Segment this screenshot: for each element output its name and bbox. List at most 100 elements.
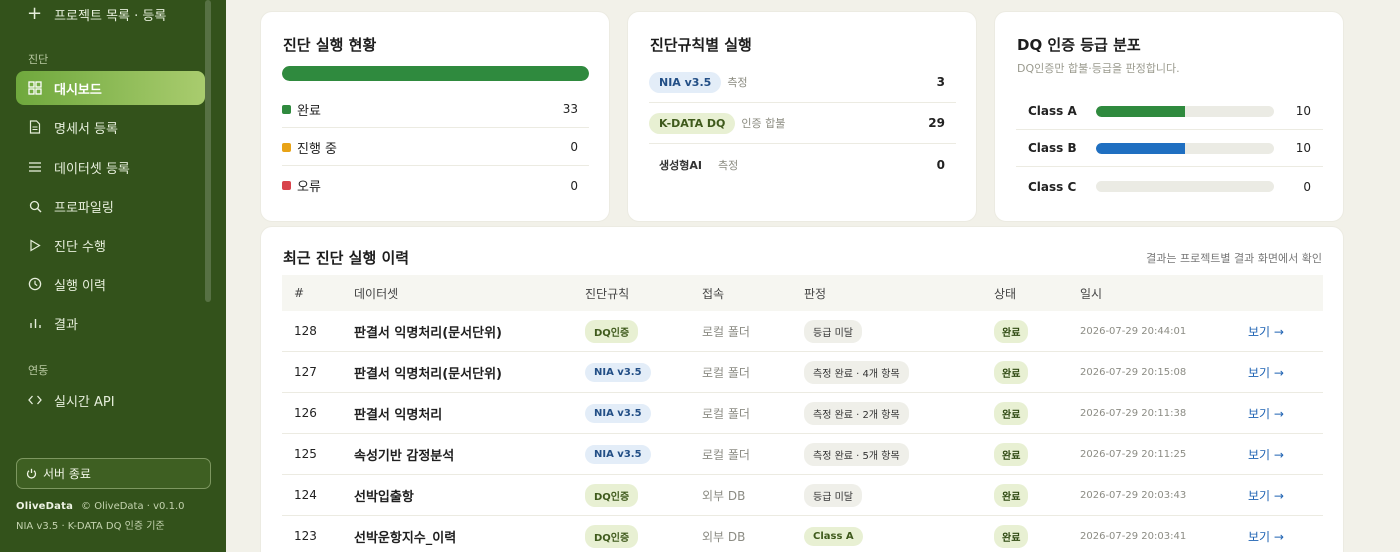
- column-header: 접속: [702, 286, 725, 301]
- bar-chart-icon: [27, 315, 43, 331]
- view-link[interactable]: 보기 →: [1248, 405, 1284, 422]
- grade-value: 10: [1295, 141, 1311, 155]
- row-dataset: 판결서 익명처리(문서단위): [354, 366, 502, 382]
- rule-row-nia: NIA v3.5 측정 3: [649, 62, 956, 103]
- view-link[interactable]: 보기 →: [1248, 487, 1284, 504]
- column-header: #: [294, 286, 305, 300]
- row-connection: 로컬 폴더: [702, 365, 750, 380]
- grade-value: 0: [1303, 179, 1311, 194]
- card-title: 진단 실행 현황: [283, 36, 377, 54]
- plus-icon: +: [27, 3, 43, 24]
- card-title: DQ 인증 등급 분포: [1017, 36, 1141, 54]
- sidebar-section-integration: 연동: [28, 364, 49, 377]
- row-id: 128: [294, 324, 317, 338]
- rule-desc: 측정: [727, 76, 748, 89]
- table-row: 124 선박입출항 DQ인증 외부 DB 등급 미달 완료 2026-07-29 20:03…: [282, 475, 1323, 516]
- rule-pill-kdata: K-DATA DQ: [649, 112, 736, 134]
- stat-row-running: 진행 중 0: [282, 129, 589, 166]
- grade-bar-fill: [1096, 142, 1185, 154]
- judge-badge: 등급 미달: [804, 319, 862, 343]
- rule-row-kdata: K-DATA DQ 인증 합불 29: [649, 103, 956, 144]
- list-icon: [27, 159, 43, 175]
- table-row: 128 판결서 익명처리(문서단위) DQ인증 로컬 폴더 등급 미달 완료 2026-07…: [282, 311, 1323, 352]
- stat-label: 진행 중: [297, 141, 338, 157]
- sidebar-item-label: 실행 이력: [54, 278, 106, 294]
- rule-desc: 측정: [717, 158, 739, 172]
- row-dataset: 속성기반 감정분석: [354, 448, 455, 464]
- rule-desc: 인증 합불: [741, 117, 786, 130]
- rule-badge: NIA v3.5: [585, 362, 651, 382]
- sidebar-item-label: 진단 수행: [54, 239, 106, 255]
- view-link[interactable]: 보기 →: [1248, 528, 1284, 545]
- table-row: 125 속성기반 감정분석 NIA v3.5 로컬 폴더 측정 완료 · 5개 항목 완료…: [282, 434, 1323, 475]
- sidebar-item-label: 명세서 등록: [54, 121, 118, 137]
- grade-bar: [1096, 105, 1274, 117]
- table-row: 127 판결서 익명처리(문서단위) NIA v3.5 로컬 폴더 측정 완료 · 4개…: [282, 352, 1323, 393]
- row-datetime: 2026-07-29 20:11:38: [1080, 407, 1187, 419]
- code-icon: [27, 392, 43, 408]
- grade-label: Class C: [1028, 179, 1077, 194]
- sidebar-item-dataset[interactable]: 데이터셋 등록: [16, 150, 205, 184]
- sidebar-item-realtime-api[interactable]: 실시간 API: [16, 383, 205, 417]
- rule-run-card: 진단규칙별 실행 NIA v3.5 측정 3 K-DATA DQ 인증 합불 2…: [627, 11, 977, 222]
- judge-badge: 등급 미달: [804, 483, 862, 507]
- grade-value: 10: [1295, 104, 1311, 118]
- run-status-card: 진단 실행 현황 완료 33 진행 중 0 오류 0: [260, 11, 610, 222]
- grade-bar: [1096, 181, 1274, 192]
- status-badge: 완료: [994, 524, 1029, 548]
- grade-row-c: Class C 0: [1016, 168, 1323, 205]
- sidebar-item-history[interactable]: 실행 이력: [16, 267, 205, 301]
- column-header: 진단규칙: [585, 286, 630, 301]
- stat-value: 0: [570, 140, 578, 154]
- server-stop-button[interactable]: 서버 종료: [16, 458, 211, 489]
- sidebar-item-results[interactable]: 결과: [16, 306, 205, 340]
- sidebar-item-run[interactable]: 진단 수행: [16, 228, 205, 262]
- judge-badge: Class A: [804, 526, 863, 546]
- row-dataset: 판결서 익명처리: [354, 407, 443, 423]
- sidebar-item-dashboard[interactable]: 대시보드: [16, 71, 205, 105]
- judge-badge: 측정 완료 · 4개 항목: [804, 360, 909, 384]
- grade-row-b: Class B 10: [1016, 130, 1323, 167]
- row-id: 123: [294, 529, 317, 543]
- run-progress-fill: [282, 66, 589, 81]
- sidebar-item-label: 결과: [54, 317, 78, 333]
- grade-bar-fill: [1096, 105, 1185, 117]
- column-header: 판정: [804, 286, 827, 301]
- status-badge: 완료: [994, 442, 1029, 466]
- sidebar-item-label: 대시보드: [54, 82, 102, 98]
- row-connection: 로컬 폴더: [702, 324, 750, 339]
- run-progress-bar: [282, 66, 589, 81]
- table-row: 123 선박운항지수_이력 DQ인증 외부 DB Class A 완료 2026-07-29…: [282, 516, 1323, 552]
- sidebar-item-profiling[interactable]: 프로파일링: [16, 189, 205, 223]
- row-datetime: 2026-07-29 20:15:08: [1080, 366, 1187, 378]
- view-link[interactable]: 보기 →: [1248, 446, 1284, 463]
- rule-value: 0: [936, 157, 945, 172]
- sidebar-item-label: 프로젝트 목록 · 등록: [54, 8, 167, 24]
- stat-value: 33: [562, 102, 578, 116]
- row-datetime: 2026-07-29 20:44:01: [1080, 325, 1187, 337]
- view-link[interactable]: 보기 →: [1248, 323, 1284, 340]
- status-dot-yellow: [282, 142, 291, 152]
- sidebar-scrollbar[interactable]: [205, 0, 211, 302]
- history-card: 최근 진단 실행 이력 결과는 프로젝트별 결과 화면에서 확인 # 데이터셋 …: [260, 226, 1344, 552]
- stat-label: 완료: [297, 103, 321, 119]
- stat-label: 오류: [297, 180, 321, 195]
- rule-badge: DQ인증: [585, 524, 639, 548]
- row-datetime: 2026-07-29 20:03:43: [1080, 489, 1187, 501]
- sidebar-item-label: 실시간 API: [54, 394, 115, 410]
- status-dot-green: [282, 104, 291, 114]
- sidebar-item-spec[interactable]: 명세서 등록: [16, 110, 205, 144]
- stat-value: 0: [570, 178, 578, 193]
- rule-badge: NIA v3.5: [585, 444, 651, 464]
- row-id: 126: [294, 406, 317, 420]
- view-link[interactable]: 보기 →: [1248, 364, 1284, 381]
- stat-row-done: 완료 33: [282, 91, 589, 128]
- row-dataset: 판결서 익명처리(문서단위): [354, 325, 502, 341]
- sidebar-item-label: 프로파일링: [54, 200, 114, 216]
- judge-badge: 측정 완료 · 5개 항목: [804, 442, 909, 466]
- rule-pill-genai: 생성형AI: [659, 158, 702, 172]
- column-header: 일시: [1080, 286, 1103, 301]
- rule-pill-nia: NIA v3.5: [649, 71, 722, 93]
- sidebar-item-projects[interactable]: + 프로젝트 목록 · 등록: [16, 0, 205, 28]
- card-title: 진단규칙별 실행: [650, 36, 752, 54]
